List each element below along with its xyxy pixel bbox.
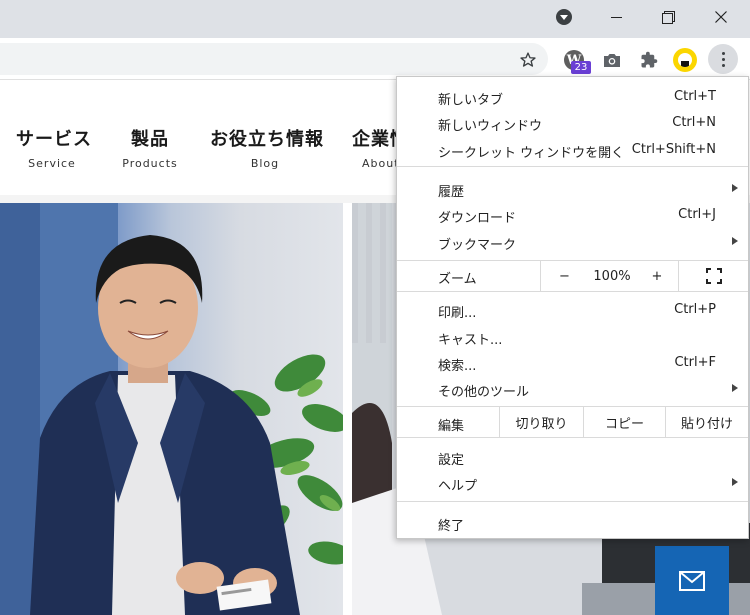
paste-label: 貼り付け — [680, 416, 733, 432]
submenu-arrow-icon — [732, 478, 738, 486]
menu-zoom-row: ズーム − 100% + — [397, 261, 748, 291]
zoom-in-button[interactable]: + — [636, 261, 678, 291]
zoom-label: ズーム — [438, 272, 477, 287]
menu-separator — [397, 166, 748, 167]
menu-item-incognito[interactable]: シークレット ウィンドウを開く Ctrl+Shift+N — [397, 136, 748, 162]
address-bar[interactable] — [0, 43, 548, 75]
menu-edit-row: 編集 切り取り コピー 貼り付け — [397, 407, 748, 437]
menu-item-label: 終了 — [438, 519, 465, 534]
window-titlebar — [0, 0, 750, 38]
profile-dropdown-button[interactable] — [541, 0, 587, 34]
contact-mail-button[interactable] — [655, 546, 729, 615]
nav-item-service[interactable]: サービス Service — [16, 125, 92, 170]
nav-item-sublabel: Products — [122, 157, 178, 170]
nav-item-label: サービス — [16, 129, 92, 150]
kebab-menu-icon — [721, 51, 725, 67]
submenu-arrow-icon — [732, 384, 738, 392]
chrome-menu-button[interactable] — [708, 44, 738, 74]
submenu-arrow-icon — [732, 237, 738, 245]
extensions-button[interactable] — [636, 47, 662, 73]
menu-item-label: 履歴 — [438, 185, 465, 200]
menu-separator — [397, 501, 748, 502]
copy-button[interactable]: コピー — [583, 407, 665, 437]
menu-item-shortcut: Ctrl+J — [678, 207, 716, 222]
menu-item-find[interactable]: 検索... Ctrl+F — [397, 349, 748, 375]
menu-item-label: シークレット ウィンドウを開く — [438, 146, 625, 161]
nav-item-label: お役立ち情報 — [210, 129, 324, 150]
profile-icon — [673, 48, 697, 72]
menu-separator — [397, 291, 748, 292]
zoom-out-button[interactable]: − — [540, 261, 588, 291]
fullscreen-button[interactable] — [678, 261, 748, 291]
hero-photo-businessman — [0, 203, 343, 615]
menu-item-shortcut: Ctrl+N — [672, 115, 716, 130]
camera-extension-button[interactable] — [599, 47, 625, 73]
menu-item-print[interactable]: 印刷... Ctrl+P — [397, 296, 748, 322]
menu-item-label: ブックマーク — [438, 238, 517, 253]
menu-separator — [397, 437, 748, 438]
menu-item-label: ダウンロード — [438, 211, 517, 226]
extension-badge: 23 — [571, 61, 591, 74]
menu-item-bookmarks[interactable]: ブックマーク — [397, 228, 748, 254]
edit-label: 編集 — [438, 419, 465, 434]
restore-icon — [662, 11, 675, 24]
menu-item-label: 設定 — [438, 453, 465, 468]
submenu-arrow-icon — [732, 184, 738, 192]
minimize-icon — [610, 16, 622, 18]
menu-item-label: 検索... — [438, 359, 477, 374]
puzzle-icon — [641, 51, 658, 68]
nav-item-label: 製品 — [131, 129, 169, 150]
menu-item-downloads[interactable]: ダウンロード Ctrl+J — [397, 201, 748, 227]
wordpress-extension-button[interactable]: W 23 — [561, 47, 591, 74]
menu-item-shortcut: Ctrl+P — [674, 302, 716, 317]
star-icon — [520, 52, 536, 67]
menu-item-shortcut: Ctrl+T — [674, 89, 716, 104]
dropdown-circle-icon — [556, 9, 572, 25]
bookmark-star-button[interactable] — [516, 48, 540, 72]
paste-button[interactable]: 貼り付け — [665, 407, 748, 437]
menu-item-more-tools[interactable]: その他のツール — [397, 375, 748, 401]
cut-label: 切り取り — [515, 416, 568, 432]
zoom-in-label: + — [651, 268, 663, 284]
nav-item-blog[interactable]: お役立ち情報 Blog — [210, 125, 324, 170]
close-button[interactable] — [698, 0, 744, 34]
menu-item-new-tab[interactable]: 新しいタブ Ctrl+T — [397, 83, 748, 109]
mail-icon — [679, 570, 705, 591]
restore-button[interactable] — [645, 0, 691, 34]
close-icon — [715, 11, 727, 23]
minimize-button[interactable] — [593, 0, 639, 34]
menu-item-label: その他のツール — [438, 385, 530, 400]
copy-label: コピー — [604, 416, 644, 432]
nav-item-sublabel: Service — [28, 157, 76, 170]
menu-item-settings[interactable]: 設定 — [397, 443, 748, 469]
chrome-main-menu: 新しいタブ Ctrl+T 新しいウィンドウ Ctrl+N シークレット ウィンド… — [396, 76, 749, 539]
zoom-level: 100% — [588, 261, 636, 291]
zoom-level-value: 100% — [593, 268, 631, 284]
menu-item-label: 新しいタブ — [438, 93, 504, 108]
menu-item-label: 印刷... — [438, 306, 477, 321]
nav-item-products[interactable]: 製品 Products — [118, 125, 182, 170]
menu-item-cast[interactable]: キャスト... — [397, 323, 748, 349]
menu-item-label: 新しいウィンドウ — [438, 119, 543, 134]
menu-item-new-window[interactable]: 新しいウィンドウ Ctrl+N — [397, 109, 748, 135]
menu-item-help[interactable]: ヘルプ — [397, 469, 748, 495]
cut-button[interactable]: 切り取り — [499, 407, 583, 437]
menu-item-shortcut: Ctrl+Shift+N — [631, 142, 716, 157]
menu-item-exit[interactable]: 終了 — [397, 509, 748, 535]
menu-item-label: ヘルプ — [438, 479, 478, 494]
zoom-out-label: − — [559, 268, 570, 284]
nav-item-sublabel: Blog — [250, 157, 280, 170]
fullscreen-icon — [705, 268, 722, 284]
menu-item-history[interactable]: 履歴 — [397, 175, 748, 201]
profile-avatar-button[interactable] — [672, 47, 698, 73]
browser-toolbar: W 23 — [0, 38, 750, 80]
camera-icon — [604, 54, 620, 67]
menu-item-label: キャスト... — [438, 333, 503, 348]
menu-item-shortcut: Ctrl+F — [674, 355, 716, 370]
